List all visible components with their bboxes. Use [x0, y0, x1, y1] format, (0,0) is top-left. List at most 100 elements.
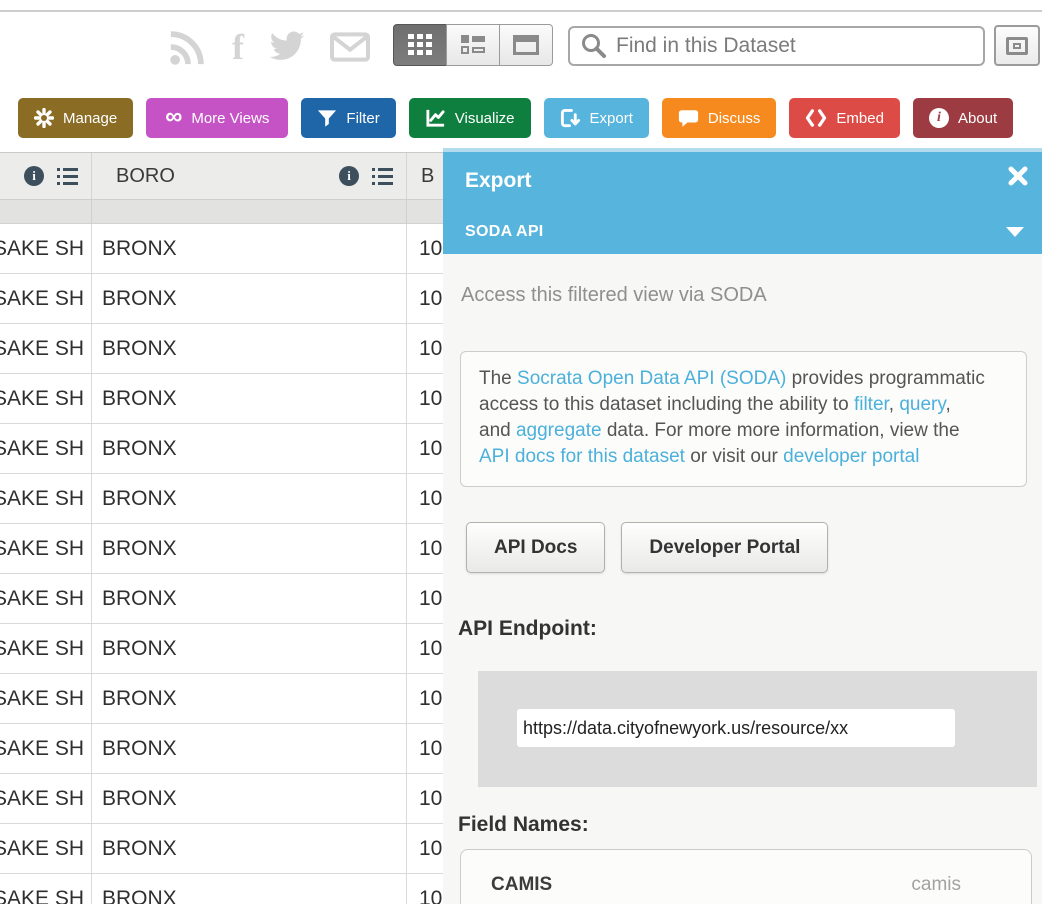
table-cell-boro[interactable]: BRONX: [92, 574, 407, 623]
soda-api-section-toggle[interactable]: SODA API: [443, 210, 1042, 254]
gear-icon: [34, 108, 54, 128]
table-cell-boro[interactable]: BRONX: [92, 624, 407, 673]
table-cell-dba[interactable]: SAKE SH: [0, 724, 92, 773]
column-menu-icon[interactable]: [57, 167, 78, 186]
table-cell-boro[interactable]: BRONX: [92, 274, 407, 323]
soda-link[interactable]: developer portal: [783, 446, 919, 467]
table-cell-dba[interactable]: SAKE SH: [0, 624, 92, 673]
export-panel-body: Access this filtered view via SODA The S…: [443, 254, 1042, 904]
table-cell-boro[interactable]: BRONX: [92, 524, 407, 573]
export-panel-title: Export: [465, 169, 532, 193]
info-circle-icon: i: [929, 108, 949, 128]
api-endpoint-input[interactable]: [517, 709, 955, 747]
field-name: CAMIS: [491, 874, 552, 904]
email-icon[interactable]: [330, 32, 370, 62]
social-share-bar: f: [168, 24, 370, 70]
table-cell-boro[interactable]: BRONX: [92, 774, 407, 823]
page-view-icon: [513, 33, 539, 57]
column-header-1[interactable]: i: [0, 153, 92, 199]
fullscreen-button[interactable]: [994, 25, 1040, 66]
manage-button[interactable]: Manage: [18, 98, 133, 138]
table-cell-boro[interactable]: BRONX: [92, 474, 407, 523]
table-cell-boro[interactable]: BRONX: [92, 224, 407, 273]
table-cell-boro[interactable]: BRONX: [92, 724, 407, 773]
rss-icon[interactable]: [168, 27, 208, 67]
embed-button[interactable]: Embed: [789, 98, 900, 138]
column-label: BORO: [92, 165, 175, 188]
soda-link[interactable]: filter: [854, 394, 889, 415]
manage-label: Manage: [63, 110, 117, 127]
api-docs-button[interactable]: API Docs: [466, 522, 605, 573]
soda-link[interactable]: query: [899, 394, 945, 415]
maximize-icon: [1006, 37, 1028, 55]
soda-link[interactable]: API docs for this dataset: [479, 446, 685, 467]
code-brackets-icon: [805, 109, 827, 127]
api-endpoint-label: API Endpoint:: [458, 617, 1042, 641]
field-names-label: Field Names:: [458, 813, 1042, 837]
view-mode-toggle: [393, 24, 553, 66]
table-cell-boro[interactable]: BRONX: [92, 674, 407, 723]
developer-portal-button[interactable]: Developer Portal: [621, 522, 828, 573]
table-cell-dba[interactable]: SAKE SH: [0, 274, 92, 323]
table-cell-boro[interactable]: BRONX: [92, 424, 407, 473]
download-page-icon: [560, 108, 581, 129]
speech-bubble-icon: [678, 109, 699, 128]
chart-icon: [425, 108, 446, 128]
soda-button-row: API Docs Developer Portal: [466, 522, 1042, 573]
facebook-icon[interactable]: f: [232, 29, 244, 65]
export-button[interactable]: Export: [544, 98, 649, 138]
table-cell-dba[interactable]: SAKE SH: [0, 224, 92, 273]
action-button-bar: Manage ∞ More Views Filter Visualize: [18, 98, 1013, 138]
close-icon[interactable]: [1007, 165, 1029, 192]
table-cell-dba[interactable]: SAKE SH: [0, 774, 92, 823]
export-label: Export: [590, 110, 633, 127]
discuss-label: Discuss: [708, 110, 761, 127]
table-cell-dba[interactable]: SAKE SH: [0, 524, 92, 573]
soda-link[interactable]: aggregate: [516, 420, 602, 441]
api-endpoint-box: [478, 671, 1037, 787]
table-cell-boro[interactable]: BRONX: [92, 824, 407, 873]
grid-view-button[interactable]: [393, 24, 447, 66]
filter-button[interactable]: Filter: [301, 98, 395, 138]
discuss-button[interactable]: Discuss: [662, 98, 777, 138]
dataset-page: f: [0, 0, 1042, 904]
table-cell-boro[interactable]: BRONX: [92, 324, 407, 373]
twitter-icon[interactable]: [268, 31, 306, 63]
soda-api-label: SODA API: [465, 223, 544, 241]
table-cell-dba[interactable]: SAKE SH: [0, 574, 92, 623]
column-menu-icon[interactable]: [372, 167, 393, 186]
about-button[interactable]: i About: [913, 98, 1013, 138]
soda-description: The Socrata Open Data API (SODA) provide…: [460, 351, 1027, 487]
column-info-icon[interactable]: i: [24, 166, 44, 186]
more-views-button[interactable]: ∞ More Views: [146, 98, 288, 138]
chevron-down-icon: [1006, 227, 1024, 237]
table-cell-boro[interactable]: BRONX: [92, 374, 407, 423]
funnel-icon: [317, 109, 337, 128]
top-divider: [0, 10, 1042, 12]
table-cell-boro[interactable]: BRONX: [92, 874, 407, 904]
visualize-button[interactable]: Visualize: [409, 98, 531, 138]
column-info-icon[interactable]: i: [339, 166, 359, 186]
table-cell-dba[interactable]: SAKE SH: [0, 874, 92, 904]
table-cell-dba[interactable]: SAKE SH: [0, 474, 92, 523]
table-cell-dba[interactable]: SAKE SH: [0, 674, 92, 723]
visualize-label: Visualize: [455, 110, 515, 127]
filter-label: Filter: [346, 110, 379, 127]
table-cell-dba[interactable]: SAKE SH: [0, 424, 92, 473]
field-api-name: camis: [911, 874, 961, 904]
export-panel-header: Export SODA API: [443, 152, 1042, 254]
column-header-boro[interactable]: BORO i: [92, 153, 407, 199]
rich-view-icon: [460, 33, 486, 57]
search-icon: [580, 32, 608, 60]
embed-label: Embed: [836, 110, 884, 127]
rich-view-button[interactable]: [446, 24, 500, 66]
table-cell-dba[interactable]: SAKE SH: [0, 374, 92, 423]
grid-view-icon: [407, 33, 433, 57]
table-cell-dba[interactable]: SAKE SH: [0, 824, 92, 873]
table-cell-dba[interactable]: SAKE SH: [0, 324, 92, 373]
search-input[interactable]: [616, 34, 983, 58]
column-label: B: [407, 165, 434, 188]
page-view-button[interactable]: [499, 24, 553, 66]
soda-link[interactable]: Socrata Open Data API (SODA): [517, 368, 786, 389]
export-panel: Export SODA API Access this filtered vie…: [443, 148, 1042, 904]
